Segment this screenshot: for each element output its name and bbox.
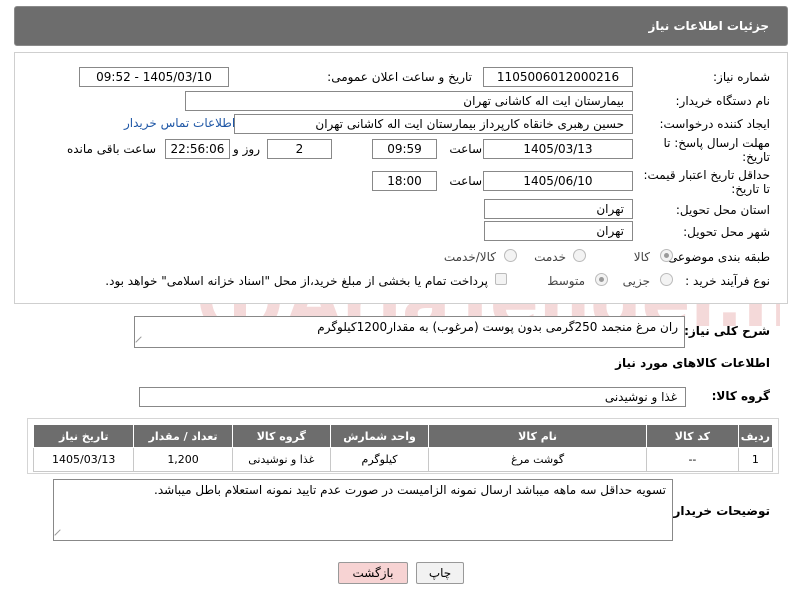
announce-datetime-field: 1405/03/10 - 09:52 [79,67,229,87]
city-label: شهر محل تحویل: [683,225,770,239]
category-option-goods-service: کالا/خدمت [443,250,496,264]
col-header-code: کد کالا [646,424,739,448]
need-number-field: 1105006012000216 [483,67,633,87]
reply-deadline-label-1: مهلت ارسال پاسخ: تا [663,136,770,150]
requester-field: حسین رهبری خانقاه کارپرداز بیمارستان ایت… [234,114,633,134]
buyer-org-field: بیمارستان ایت اله کاشانی تهران [185,91,633,111]
goods-info-heading: اطلاعات کالاهای مورد نیاز [615,356,770,370]
reply-date-field: 1405/03/13 [483,139,633,159]
process-radio-minor[interactable] [660,273,673,286]
resize-grip-icon[interactable] [54,529,66,540]
day-and-label: روز و [233,142,260,156]
price-validity-label-1: حداقل تاریخ اعتبار قیمت: [643,168,770,182]
process-radio-medium[interactable] [595,273,608,286]
category-radio-goods[interactable] [660,249,673,262]
validity-time-label: ساعت [449,174,482,188]
reply-deadline-label-2: تاریخ: [742,150,770,164]
cell-row: 1 [737,447,774,472]
cell-name: گوشت مرغ [428,447,647,472]
buyer-org-label: نام دستگاه خریدار: [675,94,771,108]
requester-label: ایجاد کننده درخواست: [659,117,770,131]
category-radio-goods-service[interactable] [504,249,517,262]
city-field: تهران [484,221,633,241]
cell-unit: کیلوگرم [329,447,430,472]
buyer-contact-link[interactable]: اطلاعات تماس خریدار [124,116,235,130]
table-row[interactable]: 1 -- گوشت مرغ کیلوگرم غذا و نوشیدنی 1,20… [32,447,774,472]
items-table-header: ردیف کد کالا نام کالا واحد شمارش گروه کا… [32,424,774,448]
province-field: تهران [484,199,633,219]
province-label: استان محل تحویل: [675,203,770,217]
remaining-label: ساعت باقی مانده [66,142,156,156]
validity-date-field: 1405/06/10 [483,171,633,191]
category-option-goods: کالا [633,250,650,264]
cell-qty: 1,200 [133,447,233,472]
price-validity-label-2: تا تاریخ: [731,182,770,196]
validity-time-field: 18:00 [372,171,437,191]
process-type-label: نوع فرآیند خرید : [685,274,770,288]
process-option-medium: متوسط [547,274,585,288]
reply-time-label: ساعت [449,142,482,156]
category-label: طبقه بندی موضوعی: [663,250,770,264]
goods-group-field: غذا و نوشیدنی [139,387,686,407]
buyer-notes-label: توضیحات خریدار: [668,504,770,518]
buyer-notes-textarea[interactable]: تسویه حداقل سه ماهه میباشد ارسال نمونه ا… [53,479,673,541]
category-radio-service[interactable] [573,249,586,262]
category-option-service: خدمت [534,250,566,264]
treasury-payment-note: پرداخت تمام یا بخشی از مبلغ خرید،از محل … [105,274,488,288]
col-header-row: ردیف [737,424,774,448]
panel-title: جزئیات اطلاعات نیاز [648,19,769,33]
resize-grip-icon[interactable] [135,336,147,347]
general-desc-textarea[interactable]: ران مرغ منجمد 250گرمی بدون پوست (مرغوب) … [134,316,685,348]
panel-header: جزئیات اطلاعات نیاز [14,6,788,46]
goods-group-label: گروه کالا: [711,389,770,403]
general-desc-text: ران مرغ منجمد 250گرمی بدون پوست (مرغوب) … [317,320,678,334]
general-desc-label: شرح کلی نیاز: [684,324,770,338]
print-button[interactable]: چاپ [416,562,464,584]
days-field: 2 [267,139,332,159]
reply-time-field: 09:59 [372,139,437,159]
need-number-label: شماره نیاز: [713,70,770,84]
treasury-payment-checkbox[interactable] [495,273,507,285]
items-table: ردیف کد کالا نام کالا واحد شمارش گروه کا… [32,424,774,472]
col-header-group: گروه کالا [231,424,331,448]
col-header-name: نام کالا [428,424,647,448]
col-header-date: تاریخ نیاز [32,424,135,448]
buyer-notes-text: تسویه حداقل سه ماهه میباشد ارسال نمونه ا… [154,483,666,497]
remaining-time-field: 22:56:06 [165,139,230,159]
cell-date: 1405/03/13 [32,447,135,472]
cell-group: غذا و نوشیدنی [231,447,331,472]
cell-code: -- [646,447,739,472]
col-header-unit: واحد شمارش [329,424,430,448]
announce-datetime-label: تاریخ و ساعت اعلان عمومی: [327,70,472,84]
back-button[interactable]: بازگشت [338,562,408,584]
col-header-qty: تعداد / مقدار [133,424,233,448]
process-option-minor: جزیی [622,274,650,288]
